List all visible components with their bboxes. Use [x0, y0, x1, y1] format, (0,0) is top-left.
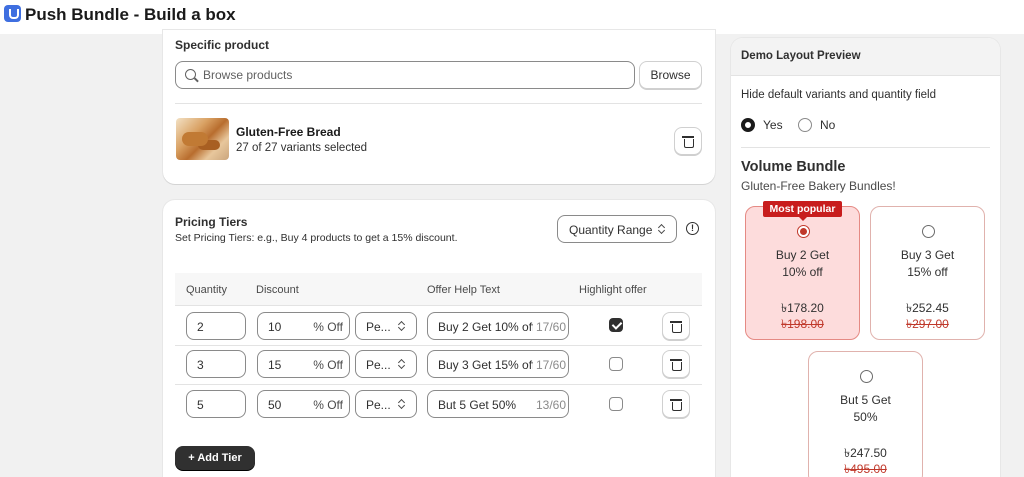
- bundle-tier-option[interactable]: Buy 3 Get 15% off ৳252.45 ৳297.00: [870, 206, 985, 340]
- select-chevron-icon: [398, 359, 404, 369]
- hide-variants-label: Hide default variants and quantity field: [741, 89, 936, 101]
- most-popular-badge: Most popular: [763, 201, 842, 221]
- search-icon: [185, 69, 196, 80]
- discount-type-select[interactable]: Pe...: [355, 312, 417, 340]
- specific-product-title: Specific product: [175, 38, 270, 52]
- no-radio[interactable]: [798, 118, 812, 132]
- tier-radio-icon: [922, 225, 935, 238]
- app-logo-icon: [4, 5, 21, 22]
- column-header-discount: Discount: [256, 284, 299, 296]
- delete-tier-button[interactable]: [662, 390, 690, 418]
- offer-help-text-field[interactable]: But 5 Get 50% 13/60: [427, 390, 569, 418]
- tiers-table-header: Quantity Discount Offer Help Text Highli…: [175, 273, 702, 306]
- highlight-checkbox[interactable]: [609, 397, 623, 411]
- highlight-checkbox[interactable]: [609, 357, 623, 371]
- product-variants-count: 27 of 27 variants selected: [236, 142, 368, 154]
- yes-radio[interactable]: [741, 118, 755, 132]
- divider: [175, 345, 702, 346]
- delete-tier-button[interactable]: [662, 350, 690, 378]
- trash-icon: [670, 321, 682, 333]
- quantity-range-value: Quantity Range: [569, 223, 653, 237]
- product-thumbnail: [176, 118, 229, 160]
- divider: [175, 384, 702, 385]
- bundle-subtitle: Gluten-Free Bakery Bundles!: [741, 179, 896, 193]
- offer-help-text-field[interactable]: Buy 2 Get 10% off 17/60: [427, 312, 569, 340]
- preview-header: Demo Layout Preview: [731, 38, 1000, 76]
- divider: [175, 103, 702, 104]
- app-title: Push Bundle - Build a box: [25, 5, 236, 24]
- pricing-tiers-title: Pricing Tiers: [175, 215, 248, 229]
- column-header-help-text: Offer Help Text: [427, 284, 500, 296]
- trash-icon: [670, 359, 682, 371]
- browse-button[interactable]: Browse: [639, 61, 702, 89]
- quantity-field[interactable]: 3: [186, 350, 246, 378]
- tier-old-price: ৳297.00: [906, 317, 949, 331]
- highlight-checkbox[interactable]: [609, 318, 623, 332]
- bundle-tier-option[interactable]: But 5 Get 50% ৳247.50 ৳495.00: [808, 351, 923, 477]
- add-tier-button[interactable]: + Add Tier: [175, 446, 255, 470]
- tier-old-price: ৳495.00: [844, 462, 887, 476]
- column-header-highlight: Highlight offer: [579, 284, 647, 296]
- tier-label: Buy 2 Get 10% off: [775, 248, 830, 279]
- tier-label: But 5 Get 50%: [840, 393, 891, 424]
- tier-radio-icon: [797, 225, 810, 238]
- quantity-range-select[interactable]: Quantity Range: [557, 215, 677, 243]
- app-topbar: Push Bundle - Build a box: [0, 0, 1024, 34]
- trash-icon: [682, 136, 694, 148]
- demo-layout-preview-card: Demo Layout Preview Hide default variant…: [731, 38, 1000, 477]
- preview-title: Demo Layout Preview: [741, 50, 861, 62]
- quantity-field[interactable]: 2: [186, 312, 246, 340]
- discount-type-select[interactable]: Pe...: [355, 350, 417, 378]
- browse-products-search[interactable]: [175, 61, 635, 89]
- product-name: Gluten-Free Bread: [236, 125, 341, 139]
- discount-field[interactable]: 50% Off: [257, 390, 350, 418]
- select-chevron-icon: [398, 321, 404, 331]
- remove-product-button[interactable]: [674, 127, 702, 155]
- discount-type-select[interactable]: Pe...: [355, 390, 417, 418]
- pricing-tiers-subtitle: Set Pricing Tiers: e.g., Buy 4 products …: [175, 232, 458, 244]
- specific-product-card: Specific product Browse Gluten-Free Brea…: [163, 30, 715, 184]
- trash-icon: [670, 399, 682, 411]
- delete-tier-button[interactable]: [662, 312, 690, 340]
- select-chevron-icon: [398, 399, 404, 409]
- quantity-field[interactable]: 5: [186, 390, 246, 418]
- select-chevron-icon: [658, 224, 664, 234]
- pricing-tiers-card: Pricing Tiers Set Pricing Tiers: e.g., B…: [163, 200, 715, 477]
- discount-field[interactable]: 10% Off: [257, 312, 350, 340]
- tier-radio-icon: [860, 370, 873, 383]
- offer-help-text-field[interactable]: Buy 3 Get 15% off 17/60: [427, 350, 569, 378]
- bundle-title: Volume Bundle: [741, 159, 846, 175]
- tier-old-price: ৳198.00: [781, 317, 824, 331]
- divider: [741, 147, 990, 148]
- tier-label: Buy 3 Get 15% off: [900, 248, 955, 279]
- column-header-quantity: Quantity: [186, 284, 227, 296]
- search-input[interactable]: [203, 68, 623, 82]
- bundle-tier-option[interactable]: Most popular Buy 2 Get 10% off ৳178.20 ৳1…: [745, 201, 860, 340]
- yes-label: Yes: [763, 118, 783, 132]
- discount-field[interactable]: 15% Off: [257, 350, 350, 378]
- info-icon[interactable]: !: [686, 222, 699, 235]
- no-label: No: [820, 118, 836, 132]
